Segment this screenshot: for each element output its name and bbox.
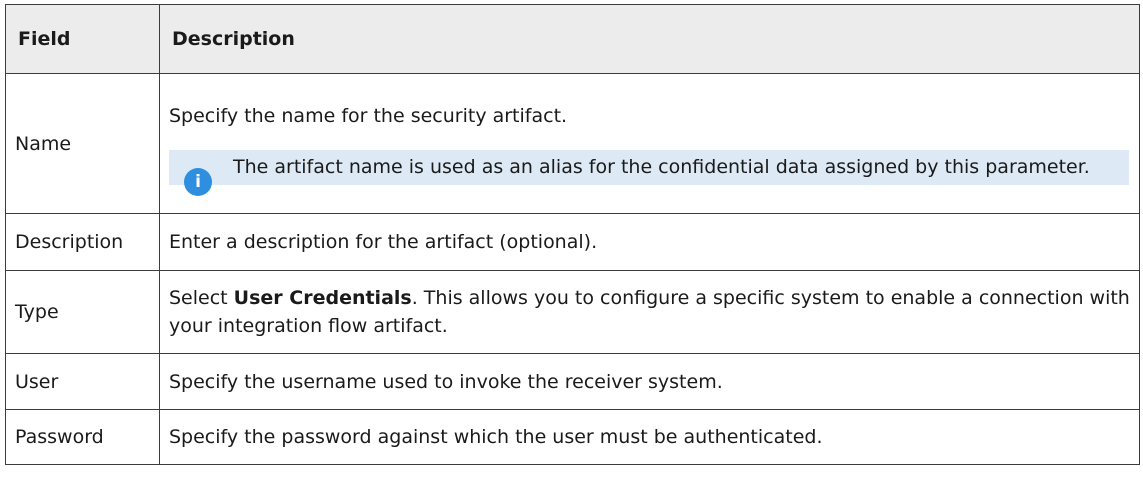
table-row: Description Enter a description for the … [5, 213, 1140, 271]
description-cell-name: Specify the name for the security artifa… [159, 73, 1140, 214]
type-description-prefix: Select [169, 287, 234, 309]
name-description: Specify the name for the security artifa… [169, 105, 568, 127]
info-note-text: The artifact name is used as an alias fo… [233, 156, 1090, 178]
header-field: Field [5, 4, 160, 74]
table-row: User Specify the username used to invoke… [5, 353, 1140, 410]
table-header-row: Field Description [5, 4, 1140, 74]
info-note: i The artifact name is used as an alias … [169, 150, 1129, 196]
table-row: Type Select User Credentials. This allow… [5, 270, 1140, 354]
field-description: Description [5, 213, 160, 271]
description-cell-description: Enter a description for the artifact (op… [159, 213, 1140, 271]
field-password: Password [5, 409, 160, 465]
type-description-bold: User Credentials [233, 287, 412, 309]
description-cell-type: Select User Credentials. This allows you… [159, 270, 1140, 354]
field-name: Name [5, 73, 160, 214]
field-user: User [5, 353, 160, 410]
header-description: Description [159, 4, 1140, 74]
table-row: Name Specify the name for the security a… [5, 73, 1140, 214]
table-row: Password Specify the password against wh… [5, 409, 1140, 465]
description-cell-password: Specify the password against which the u… [159, 409, 1140, 465]
info-icon: i [184, 168, 212, 196]
field-description-table: Field Description Name Specify the name … [5, 4, 1140, 465]
field-type: Type [5, 270, 160, 354]
description-cell-user: Specify the username used to invoke the … [159, 353, 1140, 410]
